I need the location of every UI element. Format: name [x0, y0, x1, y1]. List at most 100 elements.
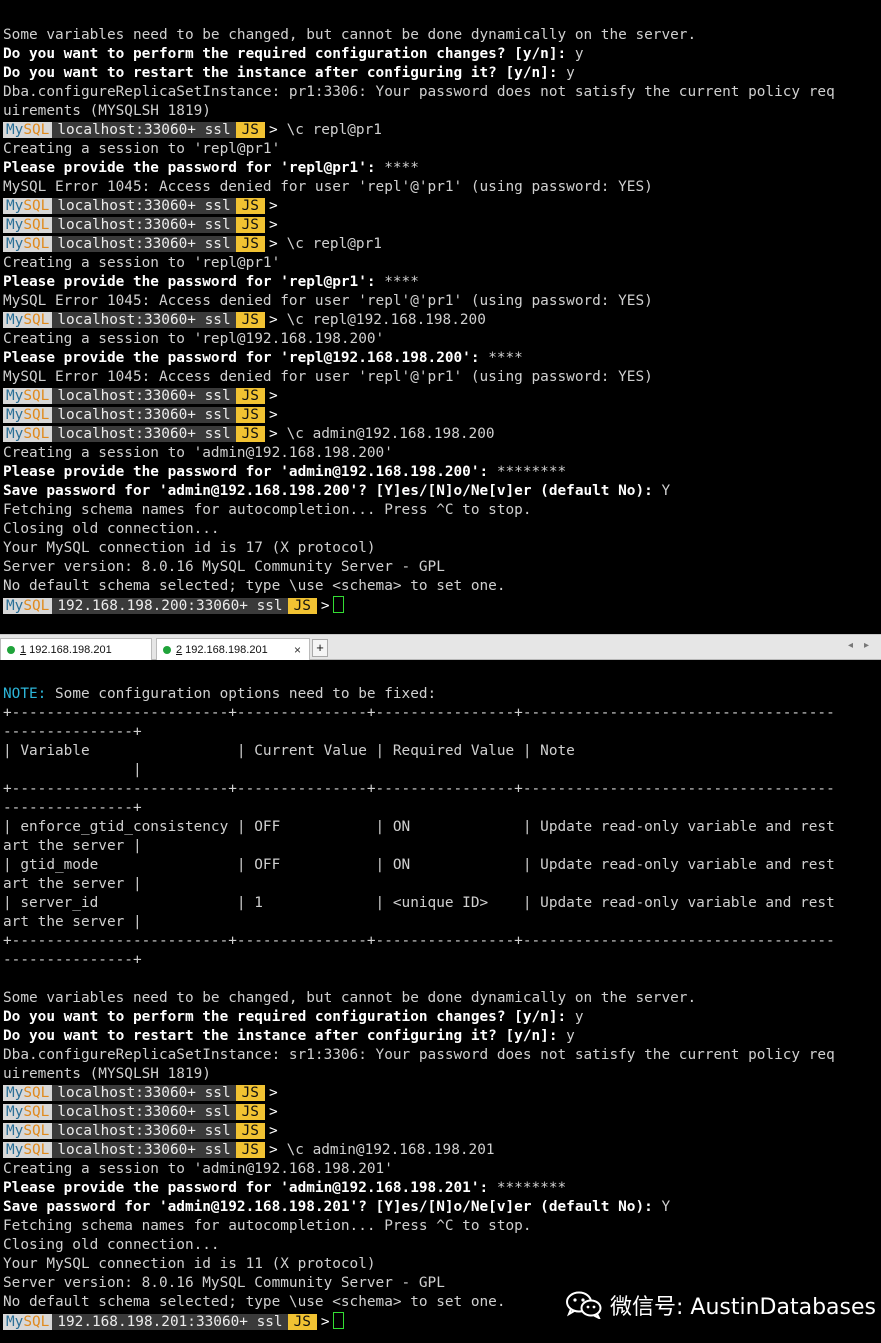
output-text: Creating a session to 'admin@192.168.198…: [3, 445, 393, 461]
prompt-lang-badge: JS: [235, 198, 265, 214]
connected-status-icon: [163, 645, 171, 654]
prompt-mysql-sql: SQL: [23, 426, 50, 442]
prompt-lang-badge: JS: [235, 1104, 265, 1120]
terminal-output-line: ---------------+: [3, 951, 142, 970]
prompt-mysql-my: My: [6, 426, 24, 442]
terminal-output-line: | Variable | Current Value | Required Va…: [3, 742, 575, 761]
output-text: art the server |: [3, 876, 142, 892]
tab-label: 192.168.198.201: [29, 643, 112, 656]
prompt-mysql-badge: MySQL: [3, 1123, 53, 1139]
prompt-mysql-sql: SQL: [23, 312, 50, 328]
terminal-pane-2[interactable]: NOTE: Some configuration options need to…: [0, 660, 881, 1343]
session-tab-bar: 1 192.168.198.201 × 2 192.168.198.201 × …: [0, 634, 881, 660]
terminal-output-line: No default schema selected; type \use <s…: [3, 577, 506, 596]
connected-status-icon: [7, 645, 15, 654]
output-text: art the server |: [3, 914, 142, 930]
terminal-output-line: Your MySQL connection id is 11 (X protoc…: [3, 1255, 376, 1274]
scroll-left-icon[interactable]: ◂: [848, 640, 853, 651]
tab-session-2[interactable]: 2 192.168.198.201 ×: [156, 638, 310, 660]
tab-session-1[interactable]: 1 192.168.198.201 ×: [0, 638, 165, 660]
shell-prompt-line: MySQL localhost:33060+ ssl JS > \c repl@192.…: [3, 311, 486, 330]
terminal-output-line: Fetching schema names for autocompletion…: [3, 1217, 532, 1236]
prompt-mysql-badge: MySQL: [3, 598, 53, 614]
shell-prompt-line: MySQL localhost:33060+ ssl JS >: [3, 387, 278, 406]
output-text: Please provide the password for 'admin@1…: [3, 464, 497, 480]
terminal-output-line: | gtid_mode | OFF | ON | Update read-onl…: [3, 856, 835, 875]
terminal-output-line: Save password for 'admin@192.168.198.201…: [3, 1198, 670, 1217]
output-text: MySQL Error 1045: Access denied for user…: [3, 369, 653, 385]
prompt-arrow: >: [268, 122, 278, 138]
prompt-mysql-badge: MySQL: [3, 1142, 53, 1158]
output-text: ---------------+: [3, 800, 142, 816]
prompt-mysql-my: My: [6, 388, 24, 404]
user-input: ********: [496, 464, 567, 480]
prompt-host-badge: localhost:33060+ ssl: [52, 426, 236, 442]
terminal-output-line: NOTE: Some configuration options need to…: [3, 685, 436, 704]
output-text: Creating a session to 'repl@pr1': [3, 255, 281, 271]
close-icon[interactable]: ×: [294, 643, 301, 657]
prompt-mysql-badge: MySQL: [3, 1314, 53, 1330]
terminal-output-line: Please provide the password for 'admin@1…: [3, 1179, 566, 1198]
output-text: MySQL Error 1045: Access denied for user…: [3, 293, 653, 309]
output-text: Server version: 8.0.16 MySQL Community S…: [3, 559, 445, 575]
prompt-arrow: >: [268, 1142, 278, 1158]
prompt-lang-badge: JS: [287, 598, 317, 614]
terminal-output-line: MySQL Error 1045: Access denied for user…: [3, 178, 653, 197]
prompt-mysql-sql: SQL: [23, 1104, 50, 1120]
output-text: Do you want to restart the instance afte…: [3, 65, 567, 81]
output-text: Dba.configureReplicaSetInstance: pr1:330…: [3, 84, 835, 100]
output-text: Your MySQL connection id is 17 (X protoc…: [3, 540, 376, 556]
terminal-output-line: Do you want to restart the instance afte…: [3, 1027, 575, 1046]
new-tab-button[interactable]: +: [312, 639, 328, 657]
terminal-output-line: +-------------------------+-------------…: [3, 780, 835, 799]
scroll-right-icon[interactable]: ▸: [864, 640, 869, 651]
user-input: Y: [661, 1199, 671, 1215]
output-text: uirements (MYSQLSH 1819): [3, 1066, 211, 1082]
prompt-mysql-my: My: [6, 407, 24, 423]
prompt-mysql-badge: MySQL: [3, 122, 53, 138]
terminal-output-line: | server_id | 1 | <unique ID> | Update r…: [3, 894, 835, 913]
output-text: Some variables need to be changed, but c…: [3, 990, 697, 1006]
output-text: Please provide the password for 'repl@pr…: [3, 160, 385, 176]
output-text: No default schema selected; type \use <s…: [3, 578, 506, 594]
output-text: Save password for 'admin@192.168.198.201…: [3, 1199, 662, 1215]
terminal-output-line: +-------------------------+-------------…: [3, 704, 835, 723]
prompt-mysql-sql: SQL: [23, 407, 50, 423]
note-keyword: NOTE:: [3, 686, 47, 702]
output-text: Some configuration options need to be fi…: [46, 686, 437, 702]
terminal-output-line: Some variables need to be changed, but c…: [3, 26, 696, 45]
terminal-cursor[interactable]: [332, 596, 344, 613]
command-text: \c admin@192.168.198.200: [286, 426, 495, 442]
shell-prompt-line: MySQL localhost:33060+ ssl JS > \c repl@pr1: [3, 121, 382, 140]
output-text: +-------------------------+-------------…: [3, 933, 835, 949]
shell-prompt-line: MySQL localhost:33060+ ssl JS >: [3, 1122, 278, 1141]
terminal-cursor[interactable]: [332, 1312, 344, 1329]
shell-prompt-line: MySQL 192.168.198.201:33060+ ssl JS >: [3, 1312, 344, 1331]
prompt-mysql-badge: MySQL: [3, 426, 53, 442]
user-input: ****: [384, 274, 419, 290]
shell-prompt-line: MySQL 192.168.198.200:33060+ ssl JS >: [3, 596, 344, 615]
output-text: art the server |: [3, 838, 142, 854]
output-text: |: [3, 762, 142, 778]
command-text: \c admin@192.168.198.201: [286, 1142, 495, 1158]
terminal-pane-1[interactable]: Some variables need to be changed, but c…: [0, 0, 881, 634]
prompt-arrow: >: [268, 388, 278, 404]
prompt-host-badge: localhost:33060+ ssl: [52, 407, 236, 423]
terminal-output-line: ---------------+: [3, 799, 142, 818]
prompt-arrow: >: [268, 1104, 278, 1120]
user-input: Y: [661, 483, 671, 499]
prompt-host-badge: 192.168.198.201:33060+ ssl: [52, 1314, 288, 1330]
prompt-mysql-my: My: [6, 198, 24, 214]
prompt-host-badge: localhost:33060+ ssl: [52, 1104, 236, 1120]
prompt-arrow: >: [268, 312, 278, 328]
prompt-lang-badge: JS: [235, 122, 265, 138]
output-text: | gtid_mode | OFF | ON | Update read-onl…: [3, 857, 835, 873]
prompt-lang-badge: JS: [235, 1085, 265, 1101]
prompt-host-badge: localhost:33060+ ssl: [52, 312, 236, 328]
terminal-output-line: Creating a session to 'repl@pr1': [3, 254, 280, 273]
prompt-host-badge: localhost:33060+ ssl: [52, 1142, 236, 1158]
prompt-mysql-badge: MySQL: [3, 407, 53, 423]
shell-prompt-line: MySQL localhost:33060+ ssl JS >: [3, 406, 278, 425]
prompt-arrow: >: [268, 198, 278, 214]
terminal-output-line: ---------------+: [3, 723, 142, 742]
